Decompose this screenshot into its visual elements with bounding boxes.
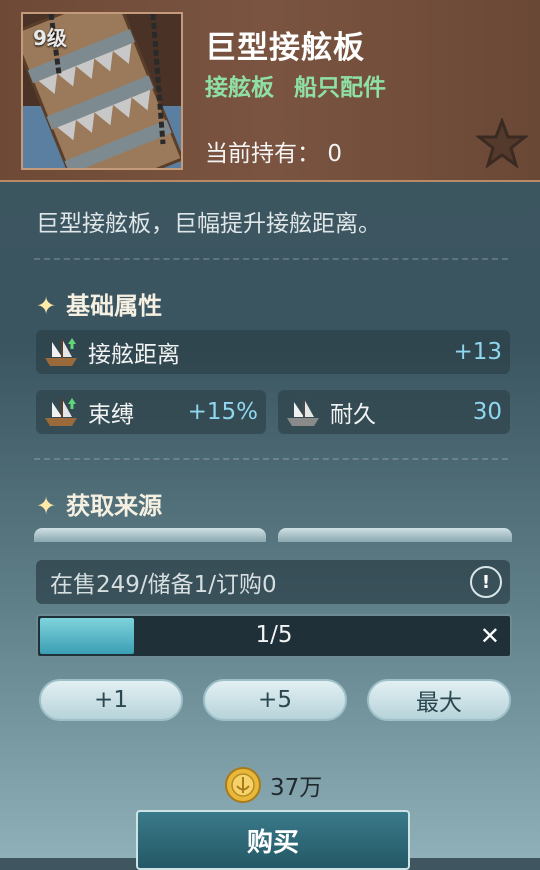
max-button[interactable]: 最大 — [367, 679, 511, 721]
source-entry[interactable] — [278, 528, 512, 542]
quantity-bar[interactable]: 1/5 ✕ — [36, 614, 512, 658]
item-header: 9级 巨型接舷板 接舷板 船只配件 当前持有： 0 — [0, 0, 540, 182]
stock-text: 在售249/储备1/订购0 — [50, 572, 277, 598]
attribute-name: 耐久 — [330, 402, 376, 428]
star-icon — [474, 116, 530, 169]
attribute-row: 接舷距离 +13 — [36, 330, 510, 374]
sparkle-icon: ✦ — [36, 292, 57, 320]
add-one-button[interactable]: +1 — [39, 679, 183, 721]
attribute-value: 30 — [472, 399, 502, 425]
owned-count: 当前持有： 0 — [205, 134, 342, 168]
item-description: 巨型接舷板，巨幅提升接舷距离。 — [36, 211, 381, 237]
section-attributes-label: 基础属性 — [66, 292, 163, 320]
item-title: 巨型接舷板 — [205, 30, 365, 66]
attribute-name: 接舷距离 — [88, 342, 180, 368]
close-icon[interactable]: ✕ — [480, 622, 500, 650]
sparkle-icon: ✦ — [36, 492, 57, 520]
section-sources: ✦ 获取来源 — [36, 486, 162, 521]
attribute-row: 束缚 +15% — [36, 390, 266, 434]
ship-upgrade-icon — [45, 398, 77, 426]
divider — [34, 458, 508, 460]
price-value: 37万 — [270, 775, 323, 801]
owned-value: 0 — [327, 141, 342, 167]
tag-type: 船只配件 — [294, 75, 387, 101]
tag-category: 接舷板 — [205, 75, 274, 101]
item-level: 9级 — [33, 26, 67, 50]
ship-upgrade-icon — [45, 338, 77, 366]
ship-icon — [287, 399, 319, 426]
source-entry[interactable] — [34, 528, 266, 542]
add-five-button[interactable]: +5 — [203, 679, 347, 721]
owned-label: 当前持有： — [205, 141, 320, 167]
item-image: 9级 — [21, 12, 183, 170]
divider — [34, 258, 508, 260]
attribute-value: +15% — [187, 399, 258, 425]
attribute-name: 束缚 — [88, 402, 134, 428]
info-icon[interactable]: ! — [470, 566, 502, 598]
stock-info: 在售249/储备1/订购0 ! — [36, 560, 510, 604]
section-sources-label: 获取来源 — [66, 492, 163, 520]
quantity-text: 1/5 — [255, 622, 293, 648]
favorite-button[interactable] — [474, 116, 530, 170]
buy-button[interactable]: 购买 — [136, 810, 410, 870]
section-attributes: ✦ 基础属性 — [36, 286, 162, 321]
price: 37万 — [224, 766, 322, 804]
item-tags: 接舷板 船只配件 — [205, 68, 398, 102]
attribute-value: +13 — [453, 339, 502, 365]
coin-icon — [225, 767, 261, 803]
attribute-row: 耐久 30 — [278, 390, 510, 434]
